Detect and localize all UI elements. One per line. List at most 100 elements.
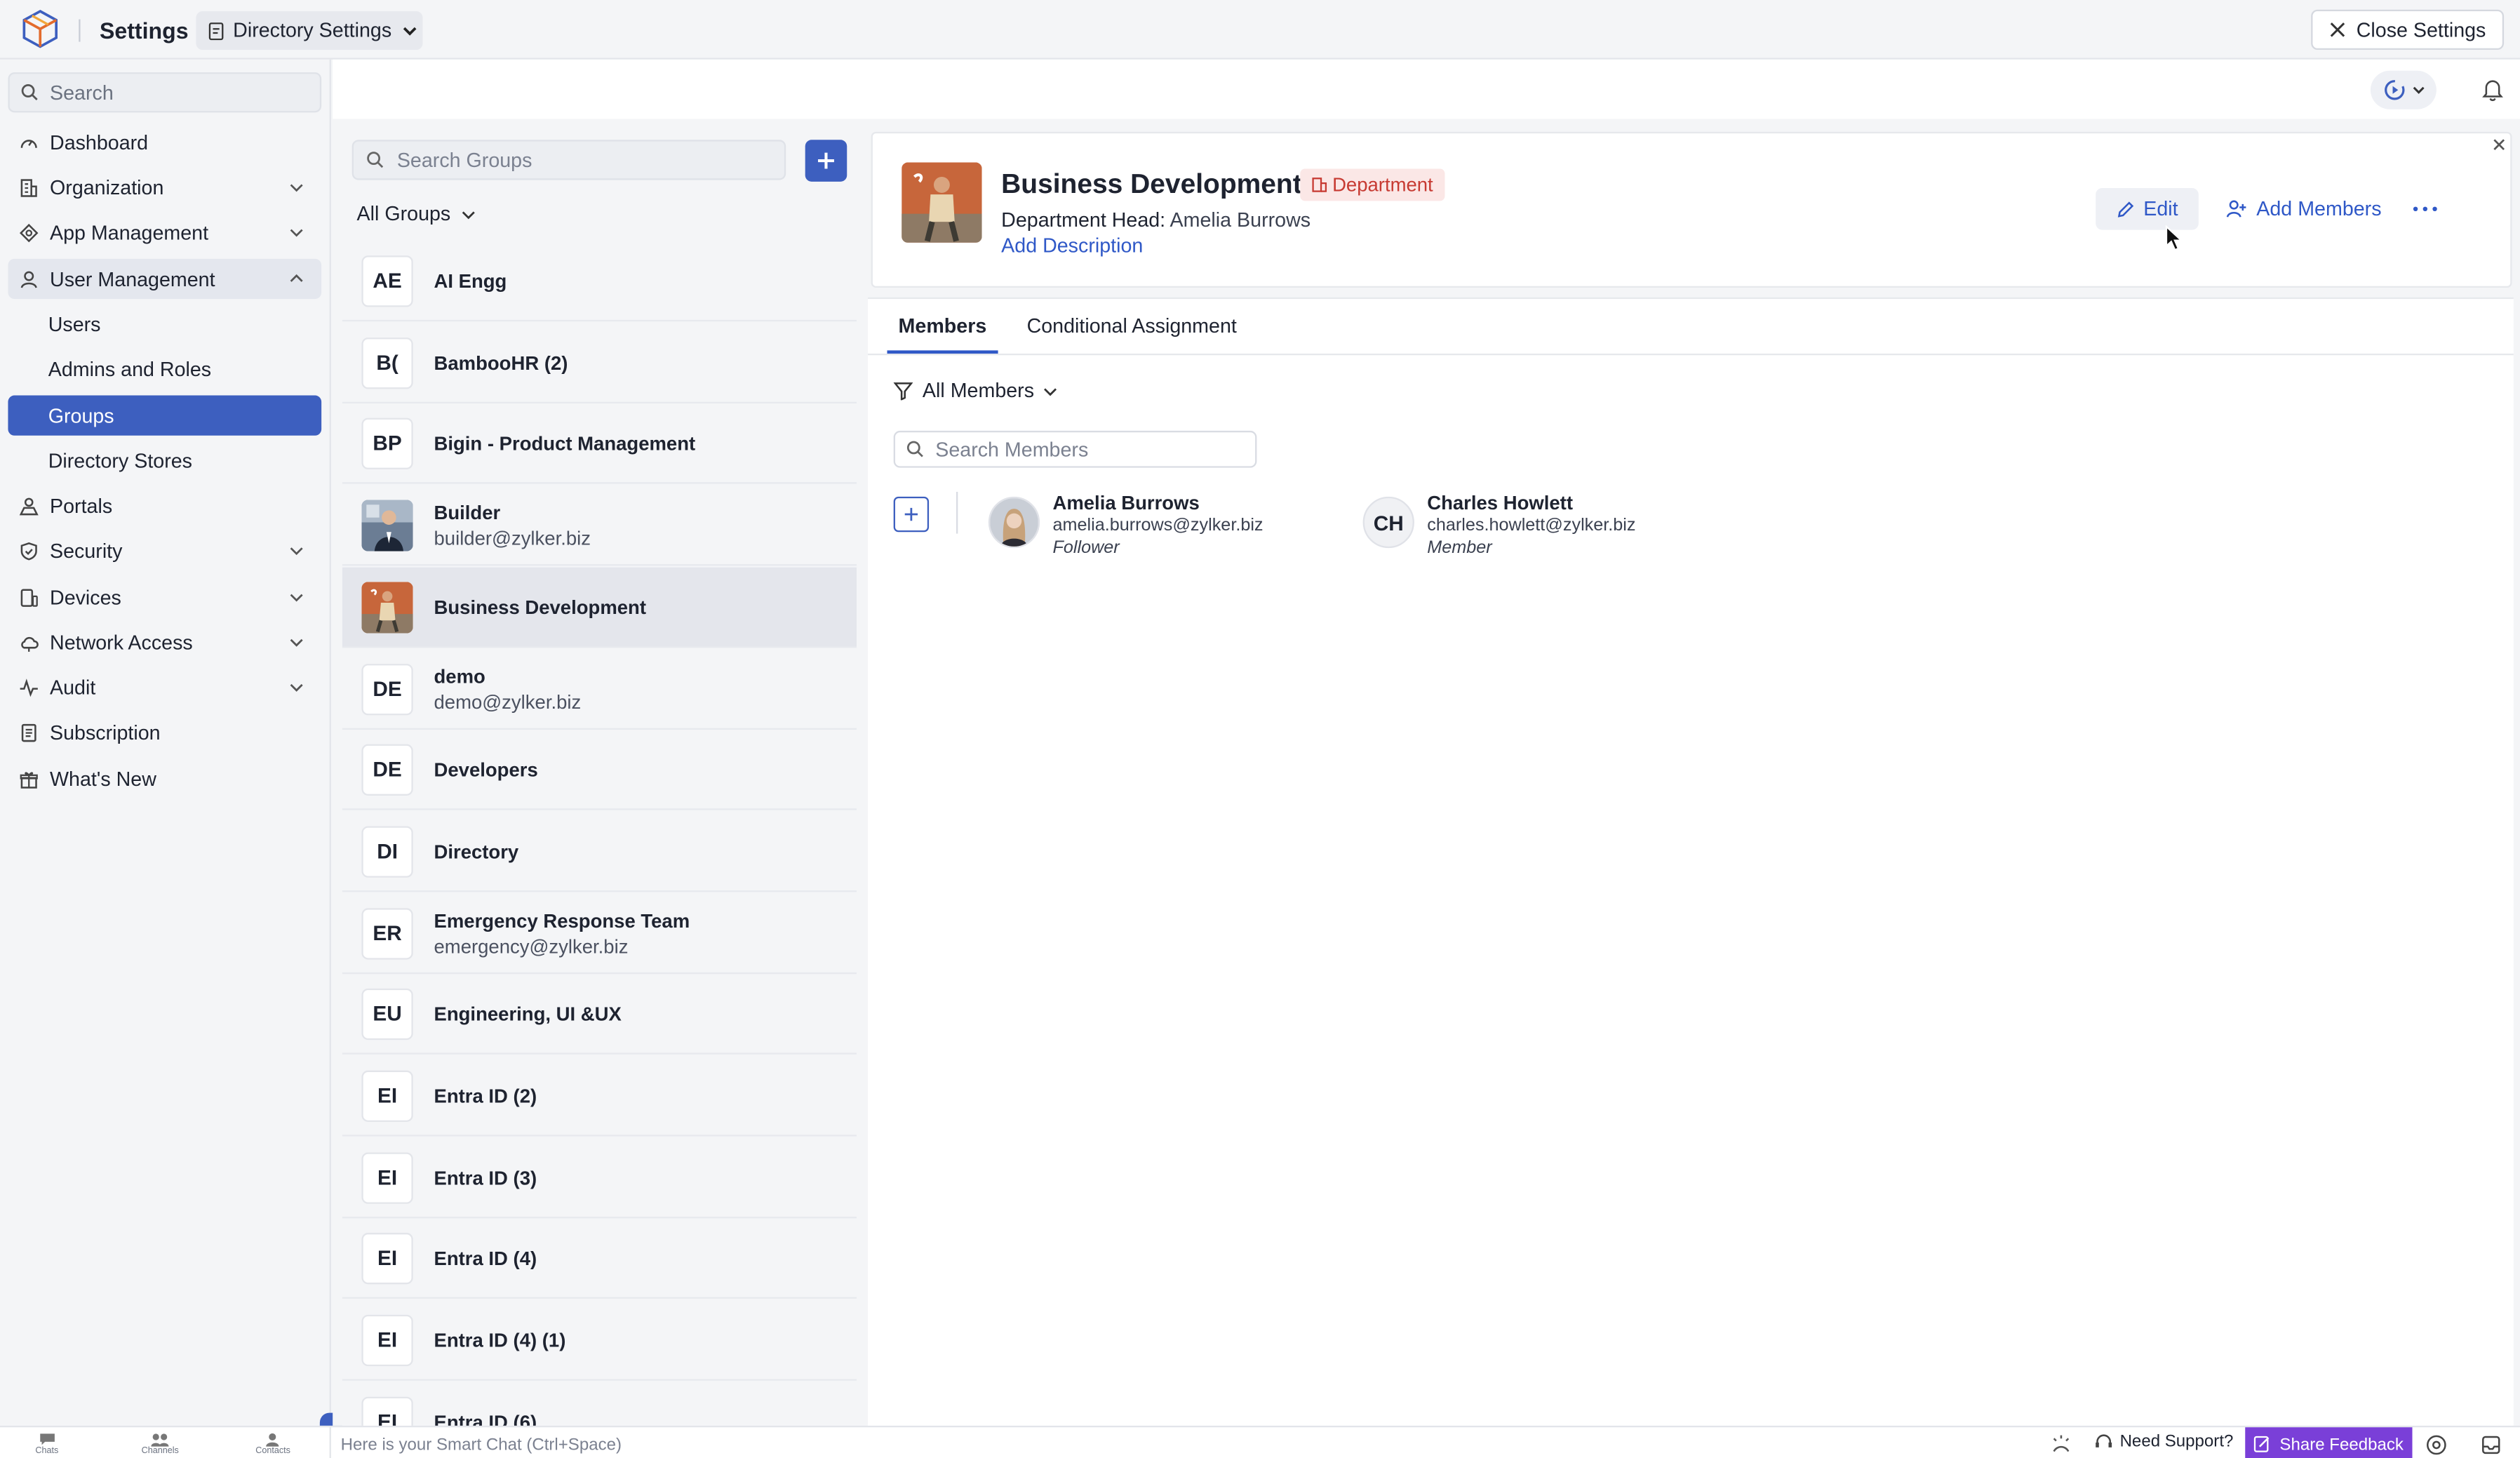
tab-members[interactable]: Members — [887, 299, 998, 354]
bottom-tab-contacts[interactable]: Contacts — [255, 1432, 290, 1456]
add-members-button[interactable]: Add Members — [2226, 188, 2382, 230]
group-avatar: EI — [361, 1396, 413, 1426]
more-options-icon[interactable] — [2412, 188, 2438, 230]
group-row[interactable]: EI Entra ID (4) (1) — [342, 1300, 857, 1381]
group-row[interactable]: ER Emergency Response Team emergency@zyl… — [342, 894, 857, 975]
nav-item-audit[interactable]: Audit — [8, 667, 321, 707]
app-logo-icon[interactable] — [19, 8, 61, 50]
group-name: Entra ID (4) (1) — [434, 1328, 566, 1351]
nav-item-admins-and-roles[interactable]: Admins and Roles — [8, 349, 321, 389]
bottom-bar: Chats Channels Contacts Here is your Sma… — [0, 1425, 2520, 1458]
group-avatar: DI — [361, 825, 413, 877]
member-role: Follower — [1052, 538, 1120, 558]
smart-chat-input[interactable]: Here is your Smart Chat (Ctrl+Space) — [329, 1427, 2033, 1458]
section-select[interactable]: Directory Settings — [196, 11, 423, 51]
status-switcher[interactable] — [2370, 70, 2437, 109]
edit-button[interactable]: Edit — [2096, 188, 2199, 230]
tab-conditional-assignment[interactable]: Conditional Assignment — [1016, 299, 1248, 354]
chevron-down-icon — [289, 225, 304, 240]
group-row[interactable]: DE Developers — [342, 730, 857, 810]
members-filter-label: All Members — [922, 379, 1035, 402]
chevron-down-icon — [2411, 83, 2424, 96]
group-row[interactable]: EI Entra ID (3) — [342, 1138, 857, 1219]
group-row[interactable]: EI Entra ID (2) — [342, 1056, 857, 1137]
close-icon[interactable] — [2491, 137, 2507, 153]
nav-search-input[interactable]: Search — [8, 72, 322, 113]
devices-icon — [19, 587, 38, 606]
nav-item-dashboard[interactable]: Dashboard — [8, 122, 321, 162]
group-row[interactable]: EI Entra ID (6) — [342, 1382, 857, 1426]
close-settings-label: Close Settings — [2356, 18, 2486, 41]
search-icon — [366, 151, 384, 168]
avatar — [988, 496, 1040, 549]
group-avatar: EI — [361, 1313, 413, 1366]
group-row[interactable]: BP Bigin - Product Management — [342, 403, 857, 484]
group-row[interactable]: AE AI Engg — [342, 241, 857, 322]
group-header-card: Business Development Department Departme… — [871, 131, 2512, 288]
avatar: CH — [1362, 496, 1414, 549]
portal-icon — [19, 496, 39, 515]
nav-item-users[interactable]: Users — [8, 304, 321, 344]
members-content: Members Conditional Assignment All Membe… — [868, 297, 2514, 1426]
group-row[interactable]: DI Directory — [342, 812, 857, 892]
member-card[interactable]: CH Charles Howlett charles.howlett@zylke… — [1362, 492, 1636, 558]
groups-filter-dropdown[interactable]: All Groups — [357, 203, 476, 225]
play-circle-icon — [2382, 79, 2405, 101]
groups-search-input[interactable]: Search Groups — [351, 140, 786, 180]
inbox-icon[interactable] — [2480, 1433, 2502, 1456]
nav-item-network-access[interactable]: Network Access — [8, 622, 321, 662]
group-name: Business Development — [434, 595, 647, 618]
member-card[interactable]: Amelia Burrows amelia.burrows@zylker.biz… — [988, 492, 1264, 558]
nav-search-placeholder: Search — [50, 81, 114, 104]
bulb-icon[interactable] — [2051, 1433, 2072, 1454]
nav-item-whats-new[interactable]: What's New — [8, 758, 321, 798]
nav-item-directory-stores[interactable]: Directory Stores — [8, 441, 321, 481]
channels-icon — [151, 1432, 169, 1447]
chevron-down-icon — [289, 635, 304, 650]
add-members-label: Add Members — [2256, 197, 2382, 220]
directory-icon — [208, 21, 225, 40]
group-row[interactable]: EU Engineering, UI &UX — [342, 974, 857, 1055]
bottom-tab-chats[interactable]: Chats — [35, 1432, 58, 1456]
nav-item-groups[interactable]: Groups — [8, 395, 322, 436]
members-search-input[interactable]: Search Members — [893, 430, 1257, 468]
nav-item-app-management[interactable]: App Management — [8, 212, 321, 252]
close-settings-button[interactable]: Close Settings — [2311, 9, 2505, 51]
group-photo — [361, 499, 413, 551]
dashboard-icon — [19, 133, 38, 152]
nav-item-security[interactable]: Security — [8, 530, 321, 570]
nav-item-devices[interactable]: Devices — [8, 577, 321, 617]
nav-label: Users — [48, 312, 101, 335]
contacts-icon — [264, 1432, 282, 1447]
group-name: Entra ID (6) — [434, 1410, 537, 1426]
add-description-link[interactable]: Add Description — [1001, 234, 1143, 257]
group-row[interactable]: DE demo demo@zylker.biz — [342, 649, 857, 730]
group-row[interactable]: Builder builder@zylker.biz — [342, 486, 857, 566]
bottom-tab-label: Contacts — [255, 1446, 290, 1457]
nav-label: App Management — [50, 220, 209, 244]
group-photo — [902, 162, 982, 243]
at-mention-icon[interactable] — [2425, 1433, 2448, 1456]
divider — [79, 19, 81, 42]
notifications-bell-icon[interactable] — [2481, 77, 2504, 102]
nav-item-portals[interactable]: Portals — [8, 486, 321, 526]
pencil-icon — [2116, 200, 2133, 218]
need-support-label: Need Support? — [2119, 1432, 2234, 1452]
groups-panel: Search Groups All Groups AE AI Engg B( B… — [333, 119, 869, 1426]
share-feedback-button[interactable]: Share Feedback — [2245, 1427, 2413, 1458]
group-row[interactable]: EI Entra ID (4) — [342, 1218, 857, 1299]
headset-icon — [2094, 1432, 2113, 1451]
group-row[interactable]: B( BambooHR (2) — [342, 323, 857, 403]
nav-item-user-management[interactable]: User Management — [8, 258, 322, 300]
nav-item-subscription[interactable]: Subscription — [8, 712, 321, 752]
chevron-up-icon — [289, 272, 304, 286]
nav-item-organization[interactable]: Organization — [8, 167, 321, 207]
members-filter-dropdown[interactable]: All Members — [893, 379, 1059, 402]
need-support-link[interactable]: Need Support? — [2094, 1432, 2234, 1452]
bottom-tab-channels[interactable]: Channels — [142, 1432, 179, 1456]
group-row-selected[interactable]: Business Development — [342, 567, 857, 648]
add-group-button[interactable] — [805, 140, 847, 182]
member-email: amelia.burrows@zylker.biz — [1052, 516, 1264, 535]
add-member-button[interactable] — [893, 496, 930, 533]
department-badge: Department — [1300, 168, 1445, 201]
